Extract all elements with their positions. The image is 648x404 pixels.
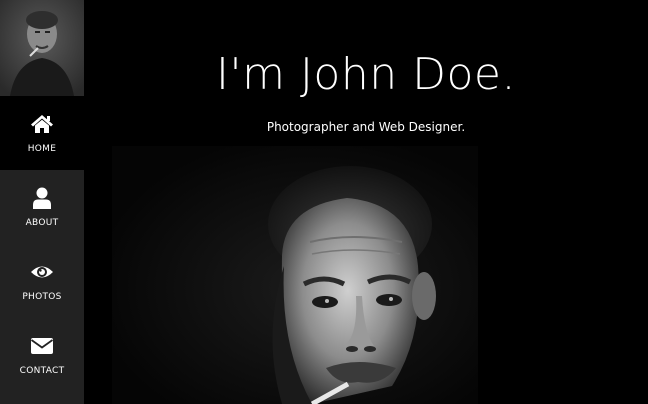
eye-icon bbox=[31, 266, 53, 278]
sidebar-item-home[interactable]: HOME bbox=[0, 96, 84, 170]
sidebar-item-contact[interactable]: CONTACT bbox=[0, 318, 84, 392]
avatar bbox=[0, 0, 84, 96]
portrait-image bbox=[112, 146, 478, 404]
hero-subtitle: Photographer and Web Designer. bbox=[266, 120, 466, 134]
sidebar-item-label: HOME bbox=[27, 144, 57, 154]
user-icon bbox=[33, 187, 51, 209]
sidebar-item-label: PHOTOS bbox=[22, 292, 62, 302]
sidebar: HOME ABOUT PHOTOS CONTACT bbox=[0, 0, 84, 404]
envelope-icon bbox=[30, 338, 54, 354]
sidebar-item-label: ABOUT bbox=[25, 218, 59, 228]
main-content: I'm John Doe. Photographer and Web Desig… bbox=[84, 0, 648, 404]
sidebar-item-about[interactable]: ABOUT bbox=[0, 170, 84, 244]
sidebar-item-label: CONTACT bbox=[19, 366, 65, 376]
avatar-image bbox=[0, 0, 84, 96]
home-icon bbox=[31, 115, 53, 133]
sidebar-item-photos[interactable]: PHOTOS bbox=[0, 244, 84, 318]
hero-title: I'm John Doe. bbox=[216, 49, 516, 100]
hero-photo bbox=[112, 146, 478, 404]
